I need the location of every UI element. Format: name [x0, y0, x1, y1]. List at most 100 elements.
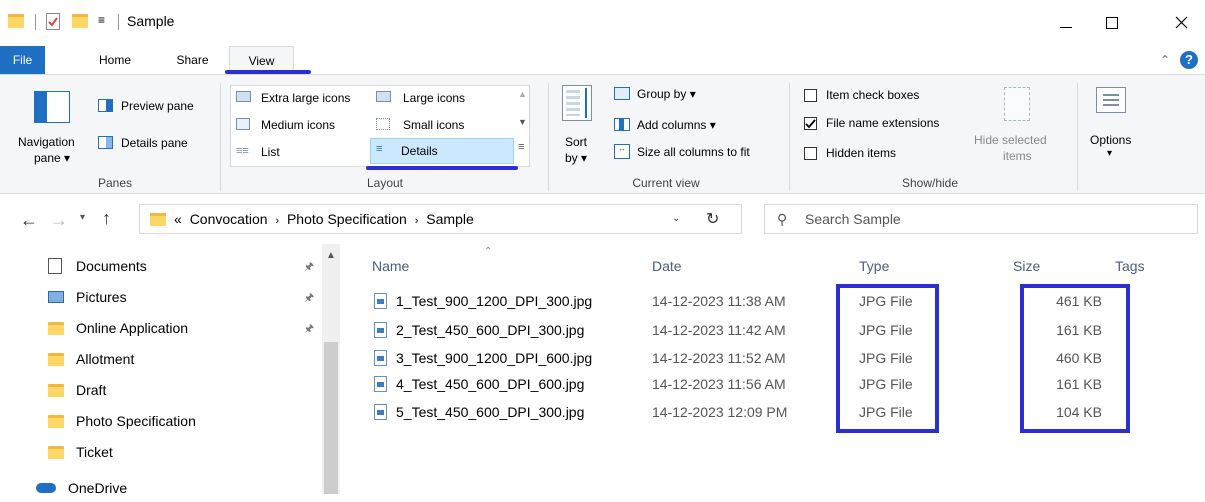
- large-icons-option[interactable]: Large icons: [403, 91, 465, 105]
- sort-by-sub: by ▾: [565, 151, 588, 165]
- pin-icon[interactable]: 🖈: [304, 289, 314, 308]
- search-box[interactable]: ⚲ Search Sample: [764, 204, 1198, 234]
- sort-icon: [562, 85, 592, 121]
- tab-home[interactable]: Home: [95, 46, 135, 74]
- add-columns-button[interactable]: Add columns ▾: [637, 118, 716, 132]
- list-option[interactable]: List: [261, 145, 280, 159]
- add-columns-icon: [614, 118, 630, 131]
- list-icon: ≡≡: [236, 145, 249, 157]
- documents-icon: [48, 258, 62, 274]
- jpg-file-icon: [374, 404, 387, 420]
- jpg-file-icon: [374, 350, 387, 366]
- small-icons-option[interactable]: Small icons: [403, 118, 464, 132]
- hidden-items-label: Hidden items: [826, 146, 897, 160]
- minimize-button[interactable]: [1043, 0, 1089, 46]
- column-header-tags[interactable]: Tags: [1115, 258, 1145, 274]
- search-icon: ⚲: [777, 211, 788, 227]
- preview-pane-button[interactable]: Preview pane: [121, 99, 194, 113]
- medium-icons-option[interactable]: Medium icons: [261, 118, 335, 132]
- gallery-scroll-up-icon[interactable]: ▲: [518, 89, 527, 99]
- folder-icon: [48, 445, 64, 459]
- new-folder-icon[interactable]: [72, 14, 88, 28]
- item-check-boxes-checkbox[interactable]: [804, 89, 817, 102]
- chevron-up-icon[interactable]: ⌃: [1160, 53, 1170, 67]
- refresh-icon[interactable]: ↻: [706, 209, 719, 229]
- breadcrumb-overflow[interactable]: «: [174, 211, 182, 227]
- file-name: 4_Test_450_600_DPI_600.jpg: [396, 376, 585, 392]
- navigation-pane-icon: [34, 91, 70, 123]
- details-option-label: Details: [401, 144, 438, 158]
- help-icon[interactable]: ?: [1180, 51, 1198, 69]
- scroll-up-icon[interactable]: ▲: [326, 250, 336, 261]
- navigation-pane-button[interactable]: Navigation: [18, 135, 75, 149]
- maximize-button[interactable]: [1090, 0, 1136, 46]
- nav-item-allotment[interactable]: Allotment: [48, 345, 134, 373]
- current-view-group-label: Current view: [632, 176, 700, 190]
- jpg-file-icon: [374, 376, 387, 392]
- nav-scrollbar[interactable]: ▲: [322, 244, 340, 494]
- back-arrow-icon[interactable]: ←: [20, 210, 38, 231]
- close-button[interactable]: [1140, 0, 1200, 46]
- file-date: 14-12-2023 11:38 AM: [652, 293, 786, 309]
- folder-icon: [8, 14, 24, 28]
- options-icon: [1096, 87, 1126, 113]
- hide-selected-icon: [1004, 87, 1030, 121]
- column-header-size[interactable]: Size: [1013, 258, 1040, 274]
- size-all-columns-icon: ↔: [614, 144, 630, 159]
- breadcrumb-sample[interactable]: Sample: [426, 211, 473, 227]
- group-by-icon: [614, 87, 630, 100]
- column-header-name[interactable]: Name: [372, 258, 409, 274]
- details-underline-annotation: [366, 166, 518, 170]
- search-input[interactable]: Search Sample: [805, 211, 901, 227]
- navigation-pane: Documents Pictures Online Application Al…: [0, 244, 346, 496]
- nav-item-ticket[interactable]: Ticket: [48, 438, 113, 466]
- scrollbar-thumb[interactable]: [324, 342, 338, 494]
- recent-locations-icon[interactable]: ▾: [80, 212, 85, 223]
- pin-icon[interactable]: 🖈: [304, 258, 314, 277]
- extra-large-icons-option[interactable]: Extra large icons: [261, 91, 350, 105]
- breadcrumb-photo-specification[interactable]: Photo Specification: [287, 211, 407, 227]
- jpg-file-icon: [374, 293, 387, 309]
- folder-icon: [48, 352, 64, 366]
- size-all-columns-button[interactable]: Size all columns to fit: [637, 145, 750, 159]
- tab-share[interactable]: Share: [170, 46, 215, 74]
- up-arrow-icon[interactable]: ↑: [102, 208, 111, 229]
- forward-arrow-icon[interactable]: →: [50, 210, 68, 231]
- file-name-extensions-checkbox[interactable]: [804, 117, 817, 130]
- divider: [118, 14, 119, 30]
- hidden-items-checkbox[interactable]: [804, 147, 817, 160]
- details-pane-button[interactable]: Details pane: [121, 136, 188, 150]
- address-dropdown-icon[interactable]: ⌄: [672, 213, 680, 224]
- nav-item-documents[interactable]: Documents: [48, 252, 147, 280]
- nav-item-online-application[interactable]: Online Application: [48, 314, 188, 342]
- divider: [548, 83, 549, 191]
- nav-item-onedrive[interactable]: OneDrive: [36, 474, 127, 502]
- tab-file[interactable]: File: [0, 46, 45, 74]
- nav-item-pictures[interactable]: Pictures: [48, 283, 127, 311]
- group-by-button[interactable]: Group by ▾: [637, 87, 696, 101]
- address-bar[interactable]: « Convocation › Photo Specification › Sa…: [139, 204, 742, 234]
- file-date: 14-12-2023 11:56 AM: [652, 376, 786, 392]
- sort-by-button[interactable]: Sort: [565, 135, 587, 149]
- file-date: 14-12-2023 11:52 AM: [652, 350, 786, 366]
- show-hide-group-label: Show/hide: [901, 176, 959, 190]
- options-button[interactable]: Options: [1090, 133, 1131, 147]
- pin-icon[interactable]: 🖈: [304, 320, 314, 339]
- chevron-right-icon: ›: [414, 215, 419, 227]
- gallery-scroll-down-icon[interactable]: ▼: [518, 117, 527, 127]
- column-header-type[interactable]: Type: [859, 258, 889, 274]
- nav-item-draft[interactable]: Draft: [48, 376, 106, 404]
- details-option-selected[interactable]: ≡ Details: [370, 138, 514, 164]
- hide-selected-button[interactable]: Hide selected: [974, 133, 1047, 147]
- customize-quick-access-icon[interactable]: ≡: [98, 13, 105, 27]
- file-name: 1_Test_900_1200_DPI_300.jpg: [396, 293, 593, 309]
- nav-item-photo-specification[interactable]: Photo Specification: [48, 407, 196, 435]
- breadcrumb-convocation[interactable]: Convocation: [190, 211, 268, 227]
- file-name: 5_Test_450_600_DPI_300.jpg: [396, 404, 585, 420]
- column-header-date[interactable]: Date: [652, 258, 682, 274]
- properties-icon[interactable]: [46, 13, 60, 30]
- file-date: 14-12-2023 12:09 PM: [652, 404, 788, 420]
- options-dropdown-icon[interactable]: ▾: [1107, 148, 1112, 159]
- gallery-more-icon[interactable]: ≡: [518, 141, 524, 153]
- file-list: ⌃ Name Date Type Size Tags 1_Test_900_12…: [346, 244, 1205, 494]
